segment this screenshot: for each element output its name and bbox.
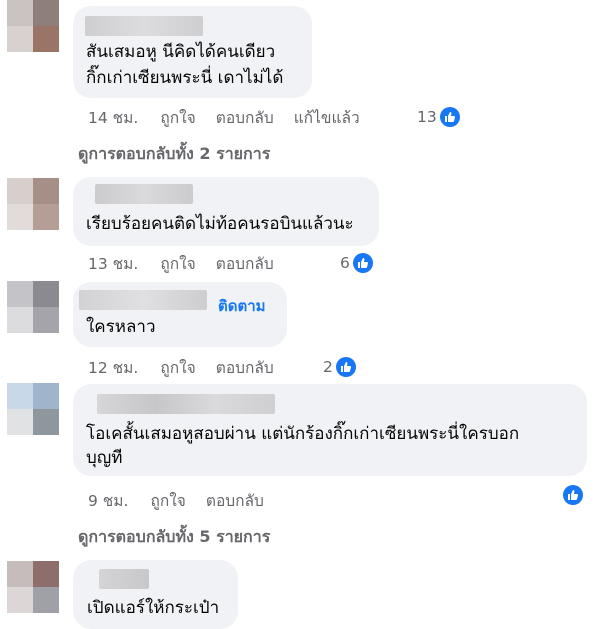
comment-text-line: กิ๊กเก่าเซียนพระนี่ เดาไม่ได้	[86, 68, 284, 88]
reaction-count-text: 2	[323, 358, 333, 376]
like-icon	[439, 107, 460, 127]
timestamp[interactable]: 14 ชม.	[88, 105, 138, 130]
commenter-name-blurred[interactable]	[97, 394, 275, 414]
view-replies-link[interactable]: ดูการตอบกลับทั้ง 5 รายการ	[78, 525, 270, 550]
timestamp[interactable]: 9 ชม.	[88, 488, 128, 513]
reaction-count[interactable]: 13	[417, 106, 460, 128]
like-link[interactable]: ถูกใจ	[160, 251, 195, 276]
comment-bubble: สันเสมอหู นีคิดได้คนเดียว กิ๊กเก่าเซียนพ…	[73, 6, 312, 98]
comment-text-line: บุญที	[86, 448, 123, 468]
commenter-name-blurred[interactable]	[85, 16, 203, 36]
reaction-count-text: 13	[417, 108, 437, 126]
view-replies-link[interactable]: ดูการตอบกลับทั้ง 2 รายการ	[78, 142, 270, 167]
comment-text-line: ใครหลาว	[86, 317, 156, 337]
like-icon	[335, 357, 356, 377]
comment-bubble: เปิดแอร์ให้กระเป๋า	[73, 560, 238, 629]
like-link[interactable]: ถูกใจ	[160, 105, 195, 130]
commenter-name-blurred[interactable]	[99, 569, 149, 589]
comment-text-line: เปิดแอร์ให้กระเป๋า	[87, 598, 220, 618]
reaction-count[interactable]	[560, 484, 583, 506]
avatar[interactable]	[7, 178, 59, 230]
avatar[interactable]	[7, 561, 59, 613]
like-link[interactable]: ถูกใจ	[160, 355, 195, 380]
comment-bubble: โอเคสั้นเสมอหูสอบผ่าน แต่นักร้องกิ๊กเก่า…	[73, 384, 587, 476]
reaction-count-text: 6	[340, 254, 350, 272]
reply-link[interactable]: ตอบกลับ	[216, 251, 274, 276]
timestamp[interactable]: 13 ชม.	[88, 251, 138, 276]
reply-link[interactable]: ตอบกลับ	[216, 105, 274, 130]
avatar[interactable]	[7, 0, 59, 52]
commenter-name-blurred[interactable]	[79, 290, 207, 310]
edited-label: แก้ไขแล้ว	[293, 108, 360, 127]
like-icon	[352, 253, 373, 273]
like-icon	[563, 485, 583, 505]
comment-bubble: เรียบร้อยคนติดไม่ท้อคนรอบินแล้วนะ	[73, 177, 379, 246]
reaction-count[interactable]: 2	[323, 356, 356, 378]
avatar[interactable]	[7, 281, 59, 333]
comment-text-line: โอเคสั้นเสมอหูสอบผ่าน แต่นักร้องกิ๊กเก่า…	[86, 424, 520, 444]
comment-actions: 14 ชม. ถูกใจ ตอบกลับ แก้ไขแล้ว	[88, 106, 380, 128]
timestamp[interactable]: 12 ชม.	[88, 355, 138, 380]
avatar[interactable]	[7, 383, 59, 435]
comment-actions: 13 ชม. ถูกใจ ตอบกลับ	[88, 252, 294, 274]
reaction-count[interactable]: 6	[340, 252, 373, 274]
reply-link[interactable]: ตอบกลับ	[216, 355, 274, 380]
reply-link[interactable]: ตอบกลับ	[206, 488, 264, 513]
comment-actions: 12 ชม. ถูกใจ ตอบกลับ	[88, 356, 294, 378]
comment-actions: 9 ชม. ถูกใจ ตอบกลับ	[88, 489, 284, 511]
comment-text-line: สันเสมอหู นีคิดได้คนเดียว	[86, 42, 276, 62]
comment-text-line: เรียบร้อยคนติดไม่ท้อคนรอบินแล้วนะ	[86, 214, 354, 234]
commenter-name-blurred[interactable]	[95, 184, 193, 204]
follow-link[interactable]: ติดตาม	[218, 294, 266, 318]
like-link[interactable]: ถูกใจ	[150, 488, 185, 513]
